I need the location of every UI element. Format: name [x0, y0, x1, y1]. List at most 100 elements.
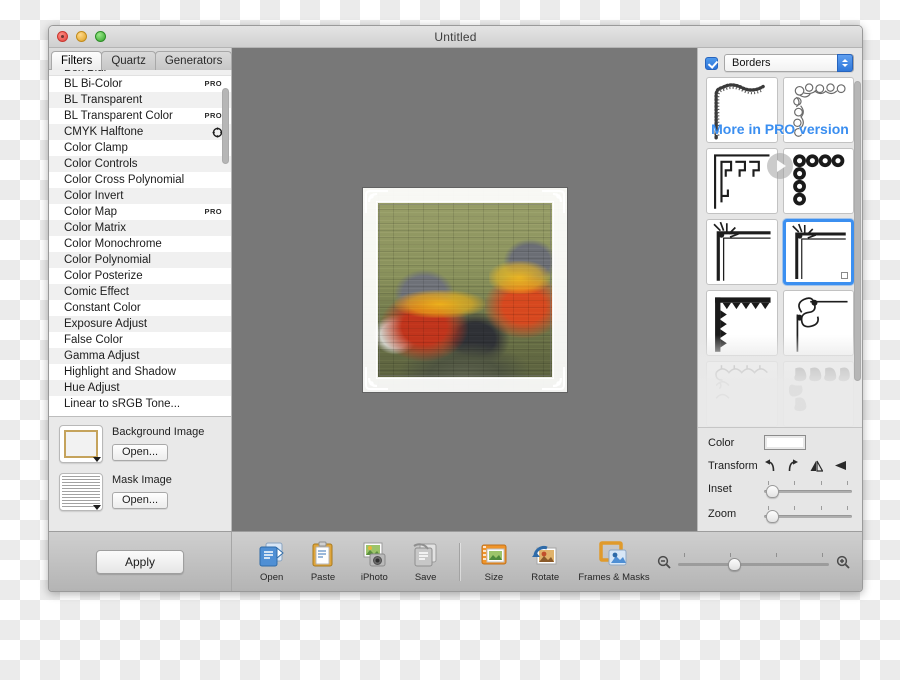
rotate-image-icon [529, 540, 561, 570]
save-document-icon [410, 540, 442, 570]
color-swatch[interactable] [764, 435, 806, 450]
list-item[interactable]: Gamma Adjust [49, 348, 231, 364]
background-image-thumbnail[interactable] [59, 425, 103, 463]
transform-label: Transform [708, 459, 758, 472]
filter-list-scroll[interactable]: Box Blur BL Bi-ColorPRO BL Transparent B… [49, 70, 231, 416]
tab-quartz[interactable]: Quartz [101, 51, 156, 70]
toolbar-size[interactable]: Size [468, 540, 519, 583]
clipboard-paste-icon [307, 540, 339, 570]
zoom-out-icon[interactable] [657, 555, 671, 569]
canvas-zoom-slider[interactable] [678, 552, 829, 571]
minimize-button[interactable] [76, 31, 87, 42]
iphoto-camera-icon [358, 540, 390, 570]
border-thumbnail-paisley[interactable] [782, 361, 854, 427]
list-item[interactable]: Color Polynomial [49, 252, 231, 268]
tool-zone: Open Paste iPhoto Save Size Rotate Frame… [232, 532, 657, 591]
borders-enable-checkbox[interactable] [705, 56, 718, 70]
border-thumbnail-scroll-knot[interactable] [782, 290, 854, 356]
mask-image-thumbnail[interactable] [59, 473, 103, 511]
border-thumbnail-arch-row[interactable] [706, 361, 778, 427]
borders-header: Borders [698, 48, 862, 77]
list-item[interactable]: False Color [49, 332, 231, 348]
list-item[interactable]: Color Invert [49, 188, 231, 204]
border-thumbnail-grid-scroll[interactable]: More in PRO version [698, 77, 862, 427]
transform-control-row: Transform [708, 459, 852, 472]
list-item[interactable]: Exposure Adjust [49, 316, 231, 332]
category-select[interactable]: Borders [724, 54, 854, 72]
chevron-down-icon[interactable] [93, 505, 101, 510]
tab-filters[interactable]: Filters [51, 51, 103, 70]
filter-list-scrollbar[interactable] [222, 88, 229, 164]
pro-badge: PRO [204, 207, 222, 216]
bottom-toolbar: Apply Open Paste iPhoto Save Size Rotate… [49, 531, 862, 591]
image-inputs-section: Background Image Open... Mask Image Open… [49, 416, 231, 531]
chevron-updown-icon[interactable] [837, 54, 853, 72]
list-item[interactable]: Color Matrix [49, 220, 231, 236]
list-item[interactable]: Color Posterize [49, 268, 231, 284]
border-thumbnail-fan-corner[interactable] [706, 219, 778, 285]
list-item[interactable]: BL Transparent [49, 92, 231, 108]
close-button[interactable] [57, 31, 68, 42]
list-item[interactable]: Linear to sRGB Tone... [49, 396, 231, 412]
list-item[interactable]: Hue Adjust [49, 380, 231, 396]
zoom-label: Zoom [708, 508, 737, 520]
list-item[interactable]: Comic Effect [49, 284, 231, 300]
color-label: Color [708, 436, 735, 449]
artwork-image[interactable] [362, 187, 567, 392]
canvas-area[interactable] [232, 48, 697, 531]
border-thumbnail-fan-corner-selected[interactable] [782, 219, 854, 285]
zoom-in-icon[interactable] [836, 555, 850, 569]
apply-button[interactable]: Apply [95, 549, 185, 574]
toolbar-rotate[interactable]: Rotate [520, 540, 571, 583]
toolbar-save[interactable]: Save [400, 540, 451, 583]
main-split: Filters Quartz Generators Box Blur BL Bi… [49, 48, 862, 531]
pro-version-label[interactable]: More in PRO version [698, 121, 862, 137]
toolbar-separator [459, 542, 461, 581]
toolbar-paste[interactable]: Paste [297, 540, 348, 583]
canvas-zoom-knob[interactable] [727, 557, 741, 571]
inset-slider[interactable] [764, 481, 852, 498]
category-select-value: Borders [732, 57, 771, 69]
background-image-row: Background Image Open... [59, 425, 223, 463]
borders-panel: Borders More in PRO version Color Transf… [697, 48, 862, 531]
border-thumbnail-checker-floral[interactable] [782, 148, 854, 214]
mask-image-row: Mask Image Open... [59, 473, 223, 511]
mask-open-button[interactable]: Open... [112, 492, 169, 509]
filter-list: BL Bi-Color PRO BL Transparent BL Transpa… [49, 76, 231, 412]
list-item[interactable]: Color Controls [49, 156, 231, 172]
inset-label: Inset [708, 483, 732, 495]
canvas-zoom-controls [657, 532, 862, 591]
inset-slider-knob[interactable] [766, 485, 779, 498]
list-item[interactable]: Highlight and Shadow [49, 364, 231, 380]
tab-generators[interactable]: Generators [154, 51, 233, 70]
list-item[interactable]: BL Transparent Color PRO [49, 108, 231, 124]
flip-horizontal-icon[interactable] [810, 460, 823, 472]
toolbar-open[interactable]: Open [246, 540, 297, 583]
border-thumbnail-sawtooth[interactable] [706, 290, 778, 356]
list-item[interactable]: Color Map PRO [49, 204, 231, 220]
list-item[interactable]: CMYK Halftone [49, 124, 231, 140]
list-item[interactable]: BL Bi-Color PRO [49, 76, 231, 92]
zoom-slider-knob[interactable] [766, 510, 779, 523]
frames-masks-icon [598, 540, 630, 570]
background-open-button[interactable]: Open... [112, 444, 169, 461]
list-item[interactable]: Color Cross Polynomial [49, 172, 231, 188]
resize-handle[interactable] [841, 272, 848, 279]
list-item[interactable]: Color Clamp [49, 140, 231, 156]
border-grid-scrollbar[interactable] [854, 81, 861, 381]
resize-image-icon [478, 540, 510, 570]
toolbar-frames-masks[interactable]: Frames & Masks [571, 540, 657, 583]
rotate-left-icon[interactable] [764, 459, 776, 472]
zoom-window-button[interactable] [95, 31, 106, 42]
toolbar-iphoto[interactable]: iPhoto [349, 540, 400, 583]
inset-control-row: Inset [708, 481, 852, 498]
zoom-slider-right[interactable] [764, 506, 852, 523]
flip-vertical-icon[interactable] [834, 460, 847, 472]
border-thumbnail-greek-key[interactable] [706, 148, 778, 214]
play-icon[interactable] [767, 153, 793, 179]
rotate-right-icon[interactable] [787, 459, 799, 472]
chevron-down-icon[interactable] [93, 457, 101, 462]
list-item[interactable]: Color Monochrome [49, 236, 231, 252]
window-title: Untitled [434, 30, 477, 44]
list-item[interactable]: Constant Color [49, 300, 231, 316]
